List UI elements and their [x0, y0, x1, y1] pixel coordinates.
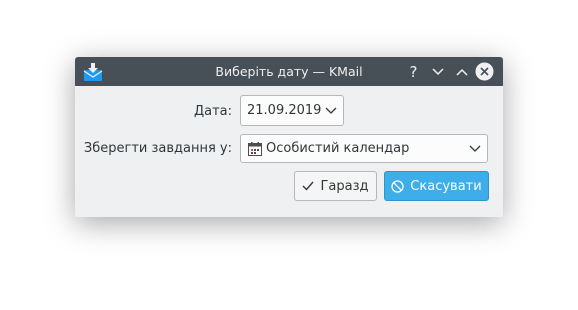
chevron-down-icon	[431, 67, 444, 75]
date-value: 21.09.2019	[247, 103, 322, 118]
date-label: Дата:	[193, 104, 232, 119]
calendar-icon	[248, 141, 262, 156]
dialog-window: Виберіть дату — KMail ? Дата: 21.09.2019…	[75, 57, 503, 217]
minimize-button[interactable]	[428, 62, 447, 81]
chevron-down-icon	[469, 145, 481, 152]
cancel-icon	[391, 179, 404, 193]
cancel-button-label: Скасувати	[410, 178, 482, 194]
ok-button-label: Гаразд	[320, 178, 369, 194]
chevron-up-icon	[455, 68, 468, 76]
title-bar[interactable]: Виберіть дату — KMail ?	[75, 57, 503, 86]
maximize-button[interactable]	[452, 62, 471, 81]
close-button[interactable]	[475, 62, 494, 81]
checkmark-icon	[302, 181, 315, 191]
calendar-value: Особистий календар	[266, 141, 410, 156]
ok-button[interactable]: Гаразд	[294, 171, 377, 201]
close-icon	[475, 62, 494, 81]
save-to-label: Зберегти завдання у:	[83, 141, 232, 156]
chevron-down-icon	[325, 107, 337, 114]
cancel-button[interactable]: Скасувати	[384, 171, 489, 201]
help-button[interactable]: ?	[404, 62, 423, 81]
calendar-select[interactable]: Особистий календар	[240, 134, 488, 163]
date-picker[interactable]: 21.09.2019	[240, 95, 344, 126]
